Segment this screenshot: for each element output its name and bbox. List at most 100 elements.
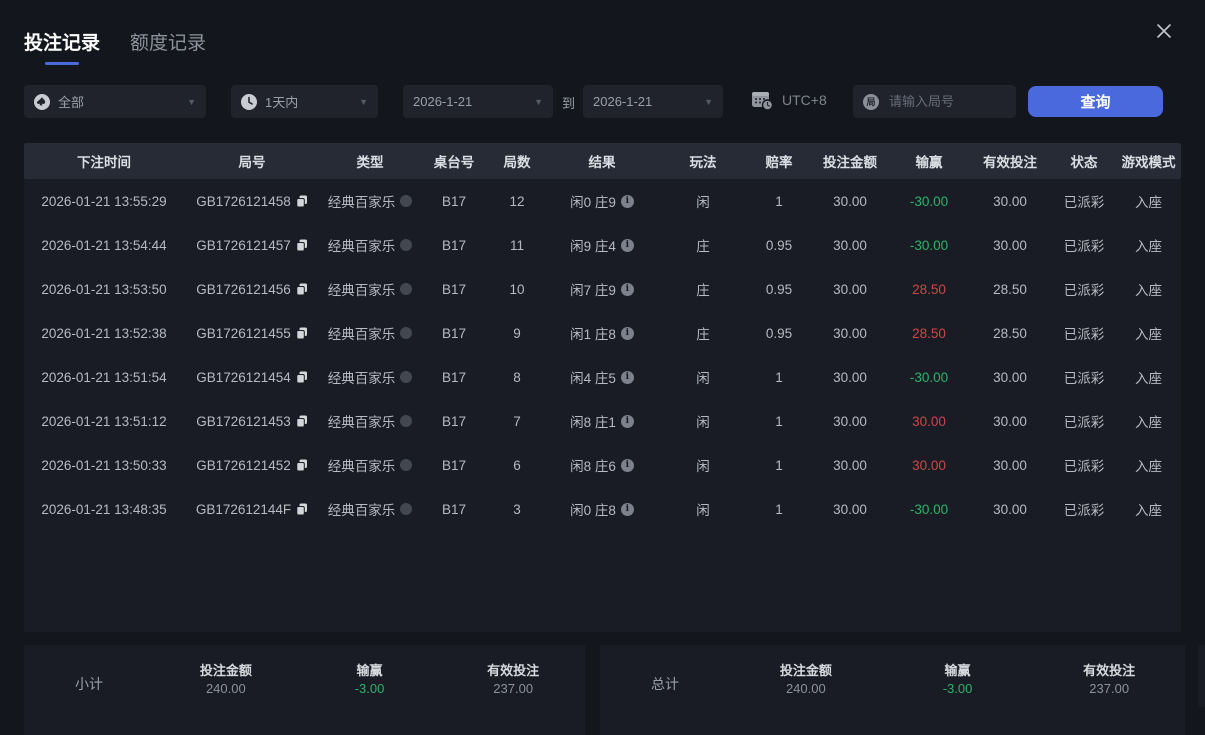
info-icon[interactable]: i (620, 194, 634, 208)
odds: 1 (775, 457, 783, 473)
table-row: 2026-01-21 13:52:38 GB1726121455 经典百家乐 B17 9… (24, 311, 1181, 355)
chevron-down-icon: ▼ (534, 96, 543, 107)
status: 已派彩 (1063, 195, 1105, 210)
game-type-badge-icon (400, 239, 413, 251)
bet-time: 2026-01-21 13:55:29 (41, 193, 167, 209)
copy-icon[interactable] (296, 239, 308, 252)
play-type: 闲 (696, 195, 710, 210)
game-number: GB1726121455 (184, 326, 320, 341)
game-type: 经典百家乐 (320, 411, 420, 431)
info-icon[interactable]: i (620, 238, 634, 252)
query-button[interactable]: 查询 (1028, 86, 1163, 117)
bet-time: 2026-01-21 13:50:33 (41, 457, 167, 473)
valid-bet: 30.00 (993, 237, 1027, 253)
time-range-dropdown[interactable]: 1天内 ▼ (231, 85, 378, 118)
table-row: 2026-01-21 13:51:12 GB1726121453 经典百家乐 B17 7… (24, 399, 1181, 443)
bet-amount: 30.00 (833, 193, 867, 209)
game-type: 经典百家乐 (320, 191, 420, 211)
winloss: 30.00 (912, 457, 946, 473)
date-from-dropdown[interactable]: 2026-1-21 ▼ (403, 85, 553, 118)
winloss: 28.50 (912, 281, 946, 297)
table-number: B17 (441, 457, 467, 473)
result: 闲7 庄9 i (546, 279, 658, 299)
copy-icon[interactable] (296, 371, 308, 384)
date-to-dropdown[interactable]: 2026-1-21 ▼ (583, 85, 723, 118)
bet-time: 2026-01-21 13:51:12 (41, 413, 167, 429)
winloss: -30.00 (909, 237, 949, 253)
odds: 1 (775, 369, 783, 385)
game-mode: 入座 (1135, 503, 1162, 518)
odds: 1 (775, 501, 783, 517)
close-icon[interactable] (1151, 18, 1177, 44)
table-row: 2026-01-21 13:54:44 GB1726121457 经典百家乐 B17 1… (24, 223, 1181, 267)
column-header: 输赢 (915, 155, 943, 170)
info-icon[interactable]: i (620, 414, 634, 428)
table-row: 2026-01-21 13:48:35 GB172612144F 经典百家乐 B17 3… (24, 487, 1181, 531)
game-mode: 入座 (1135, 459, 1162, 474)
info-icon[interactable]: i (620, 502, 634, 516)
copy-icon[interactable] (296, 195, 308, 208)
round-number-input[interactable] (887, 93, 991, 110)
game-type-badge-icon (400, 415, 413, 427)
copy-icon[interactable] (296, 415, 308, 428)
play-type: 庄 (696, 283, 710, 298)
round-count: 6 (513, 457, 521, 473)
round-count: 9 (513, 325, 521, 341)
game-type-badge-icon (400, 195, 413, 207)
info-icon[interactable]: i (620, 370, 634, 384)
clock-icon (241, 93, 257, 110)
game-mode: 入座 (1135, 371, 1162, 386)
column-header: 有效投注 (983, 155, 1037, 170)
table-number: B17 (441, 325, 467, 341)
game-mode: 入座 (1135, 415, 1162, 430)
winloss: 28.50 (912, 325, 946, 341)
valid-bet: 30.00 (993, 457, 1027, 473)
bet-time: 2026-01-21 13:53:50 (41, 281, 167, 297)
active-tab-underline (45, 62, 79, 65)
tab-bar: 投注记录 额度记录 (24, 28, 206, 65)
subtotal-valid-bet: 有效投注 237.00 (487, 663, 540, 696)
subtotal-panel: 小计 投注金额 240.00 输赢 -3.00 有效投注 237.00 (24, 645, 585, 735)
play-type: 庄 (696, 327, 710, 342)
tab-betting-records[interactable]: 投注记录 (24, 28, 100, 65)
bet-time: 2026-01-21 13:54:44 (41, 237, 167, 253)
tab-quota-records[interactable]: 额度记录 (130, 28, 206, 55)
valid-bet: 30.00 (993, 369, 1027, 385)
table-number: B17 (441, 369, 467, 385)
bet-amount: 30.00 (833, 413, 867, 429)
copy-icon[interactable] (296, 459, 308, 472)
info-icon[interactable]: i (620, 326, 634, 340)
column-header: 类型 (356, 155, 384, 170)
cutoff-panel-edge (1198, 645, 1205, 707)
date-to-label: 到 (562, 96, 576, 111)
game-type-badge-icon (400, 371, 413, 383)
bet-amount: 30.00 (833, 369, 867, 385)
game-mode: 入座 (1135, 239, 1162, 254)
game-number: GB172612144F (184, 502, 320, 517)
winloss: -30.00 (909, 193, 949, 209)
play-type: 闲 (696, 459, 710, 474)
copy-icon[interactable] (296, 327, 308, 340)
game-type: 经典百家乐 (320, 235, 420, 255)
table-number: B17 (441, 193, 467, 209)
play-type: 闲 (696, 371, 710, 386)
winloss: 30.00 (912, 413, 946, 429)
status: 已派彩 (1063, 239, 1105, 254)
game-type: 经典百家乐 (320, 455, 420, 475)
info-icon[interactable]: i (620, 282, 634, 296)
timezone-value: UTC+8 (782, 92, 827, 108)
timezone-indicator[interactable]: UTC+8 (750, 89, 827, 111)
winloss: -30.00 (909, 369, 949, 385)
copy-icon[interactable] (296, 283, 308, 296)
info-icon[interactable]: i (620, 458, 634, 472)
odds: 0.95 (765, 237, 793, 253)
filter-bar: 全部 ▼ 1天内 ▼ 2026-1-21 ▼ 到 2026-1-21 ▼ UTC… (0, 85, 1205, 118)
valid-bet: 30.00 (993, 413, 1027, 429)
table-number: B17 (441, 281, 467, 297)
column-header: 游戏模式 (1121, 155, 1176, 170)
game-mode: 入座 (1135, 327, 1162, 342)
copy-icon[interactable] (296, 503, 308, 516)
round-count: 11 (509, 237, 524, 253)
game-type-dropdown[interactable]: 全部 ▼ (24, 85, 206, 118)
winloss: -30.00 (909, 501, 949, 517)
